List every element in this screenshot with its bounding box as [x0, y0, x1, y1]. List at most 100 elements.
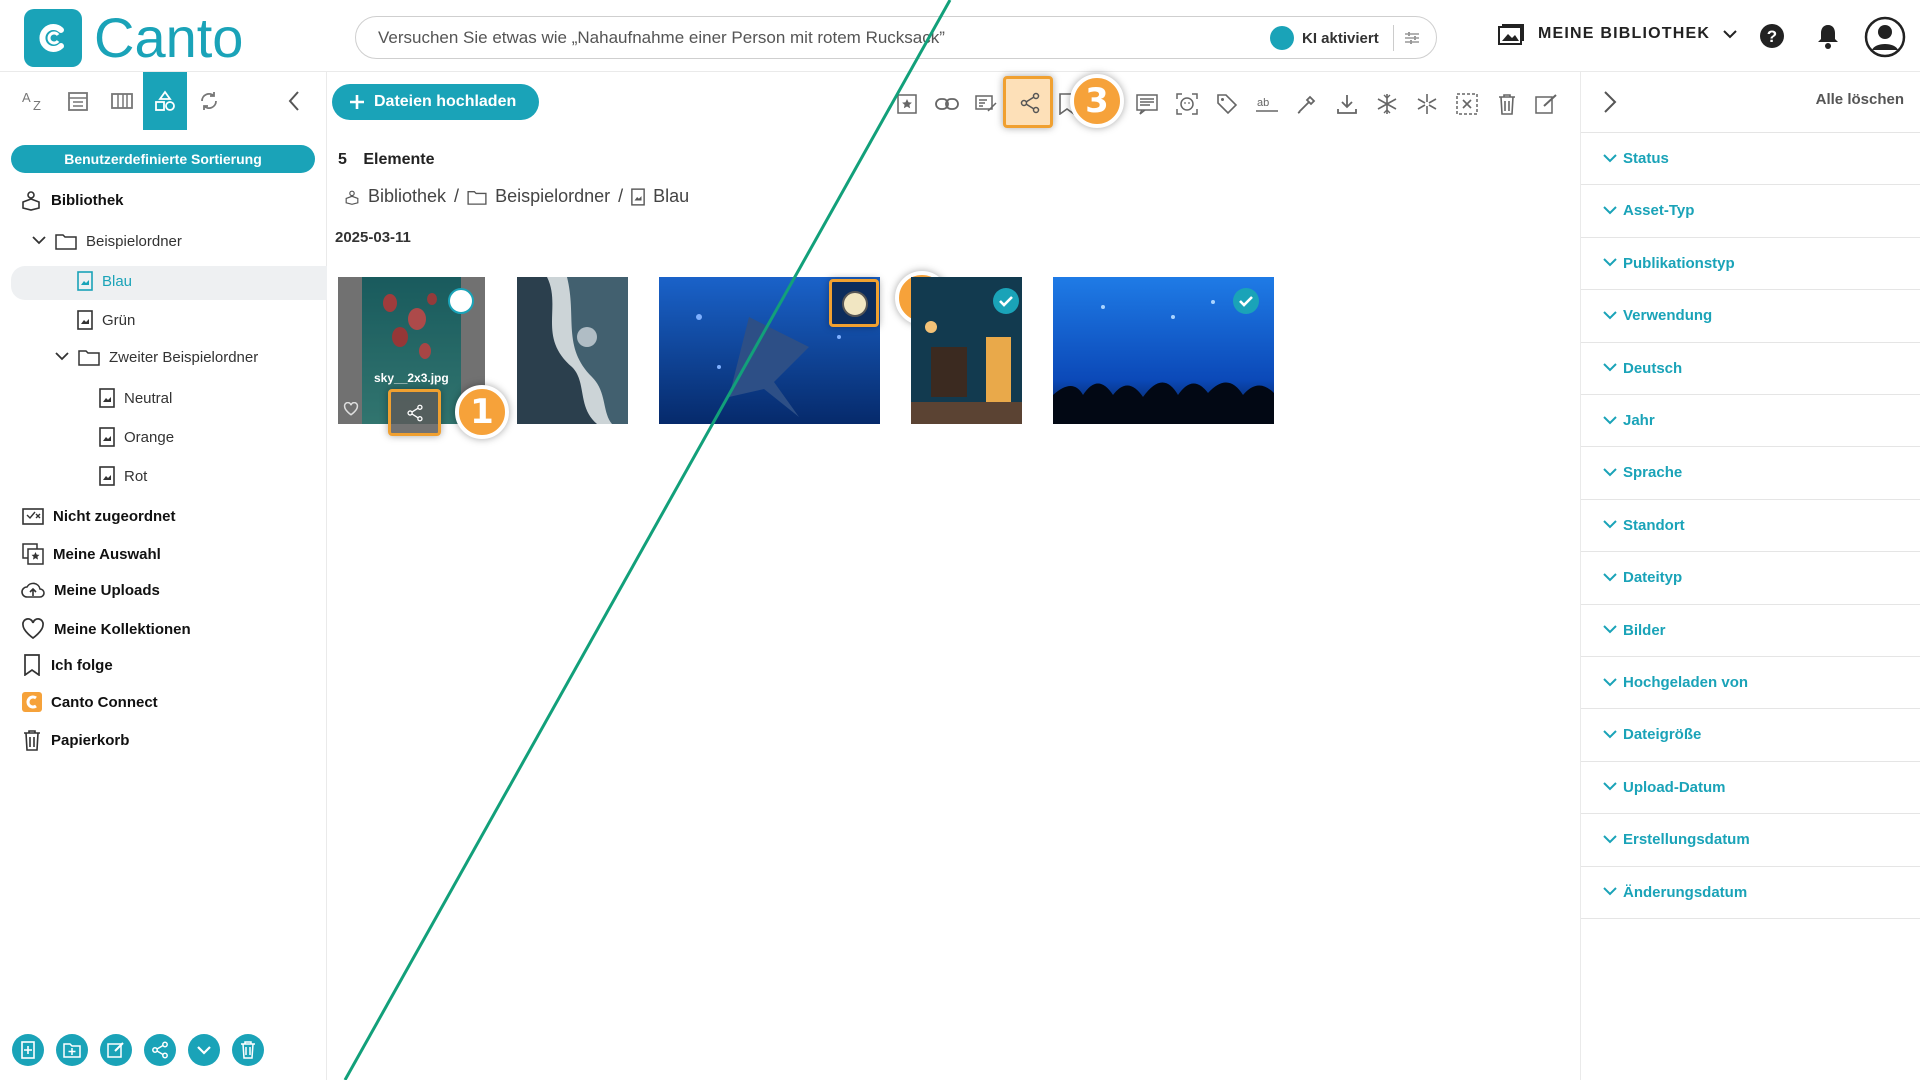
chevron-down-icon — [1603, 258, 1617, 267]
asset-thumbnail-interior[interactable] — [911, 277, 1022, 424]
filter-row[interactable]: Asset-Typ — [1581, 184, 1920, 236]
help-icon[interactable]: ? — [1758, 22, 1786, 50]
select-checkbox[interactable] — [842, 291, 868, 317]
edit-button[interactable] — [100, 1034, 132, 1066]
upload-label: Dateien hochladen — [374, 93, 517, 110]
filter-row[interactable]: Änderungsdatum — [1581, 865, 1920, 918]
download-icon[interactable] — [1334, 91, 1360, 117]
breadcrumb-current[interactable]: Blau — [653, 186, 689, 207]
filter-row[interactable]: Upload-Datum — [1581, 760, 1920, 813]
share-folder-button[interactable] — [144, 1034, 176, 1066]
filter-row[interactable]: Verwendung — [1581, 289, 1920, 341]
link-icon[interactable] — [934, 91, 960, 117]
delete-folder-button[interactable] — [232, 1034, 264, 1066]
share-icon — [1020, 92, 1040, 114]
text-recognition-icon[interactable]: ab — [1254, 91, 1280, 117]
nav-unassigned[interactable]: Nicht zugeordnet — [22, 506, 176, 526]
trash-icon[interactable] — [1494, 91, 1520, 117]
select-checkbox-highlighted[interactable] — [829, 279, 879, 327]
chevron-down-icon[interactable] — [55, 352, 69, 362]
nav-my-collections[interactable]: Meine Kollektionen — [21, 618, 191, 640]
user-avatar-icon[interactable] — [1864, 16, 1906, 58]
share-button-highlighted[interactable] — [388, 389, 441, 436]
filter-row[interactable]: Sprache — [1581, 446, 1920, 498]
chevron-down-icon[interactable] — [32, 236, 46, 246]
filter-row[interactable]: Deutsch — [1581, 341, 1920, 394]
asset-thumbnail-aquarium[interactable] — [1053, 277, 1274, 424]
comment-icon[interactable] — [1134, 91, 1160, 117]
nav-label: Ich folge — [51, 656, 113, 674]
tree-item-neutral[interactable]: Neutral — [99, 388, 172, 408]
album-image-icon — [77, 310, 93, 330]
ai-label: KI aktiviert — [1302, 29, 1379, 47]
sync-tab[interactable] — [187, 72, 231, 130]
sort-az-tab[interactable]: AZ — [12, 72, 56, 130]
tree-item-beispielordner[interactable]: Beispielordner — [32, 232, 182, 250]
asset-thumbnail-waves[interactable] — [517, 277, 628, 424]
chevron-down-icon — [1603, 415, 1617, 424]
nav-my-selection[interactable]: Meine Auswahl — [22, 543, 161, 565]
face-recognition-icon[interactable] — [1174, 91, 1200, 117]
tree-item-zweiter-beispielordner[interactable]: Zweiter Beispielordner — [55, 348, 258, 366]
tree-item-rot[interactable]: Rot — [99, 466, 147, 486]
count-number: 5 — [338, 151, 347, 168]
filter-row[interactable]: Dateityp — [1581, 551, 1920, 603]
chevron-right-icon[interactable] — [1603, 90, 1617, 114]
new-album-button[interactable] — [12, 1034, 44, 1066]
album-tab[interactable] — [100, 72, 144, 130]
tree-item-blau[interactable]: Blau — [77, 271, 132, 291]
nav-my-uploads[interactable]: Meine Uploads — [21, 580, 160, 600]
color-picker-icon[interactable] — [1294, 91, 1320, 117]
search-input[interactable] — [378, 25, 1248, 51]
favorite-star-icon[interactable] — [894, 91, 920, 117]
heart-icon[interactable] — [343, 402, 359, 416]
select-checkbox[interactable] — [448, 288, 474, 314]
filter-row[interactable]: Standort — [1581, 498, 1920, 551]
new-folder-button[interactable] — [56, 1034, 88, 1066]
canto-wordmark: Canto — [94, 6, 244, 69]
filter-row[interactable]: Erstellungsdatum — [1581, 813, 1920, 865]
deselect-icon[interactable] — [1454, 91, 1480, 117]
selected-checkmark[interactable] — [1233, 288, 1259, 314]
filter-row[interactable]: Jahr — [1581, 394, 1920, 446]
library-root-icon — [22, 191, 40, 211]
more-button[interactable] — [188, 1034, 220, 1066]
notifications-bell-icon[interactable] — [1814, 22, 1842, 50]
filter-label: Standort — [1623, 516, 1685, 534]
breadcrumb-folder[interactable]: Beispielordner — [495, 186, 610, 207]
album-image-icon — [77, 271, 93, 291]
filter-row[interactable]: Bilder — [1581, 603, 1920, 656]
tree-item-orange[interactable]: Orange — [99, 427, 174, 447]
freeze-icon[interactable] — [1374, 91, 1400, 117]
unfreeze-icon[interactable] — [1414, 91, 1440, 117]
metadata-edit-icon[interactable] — [974, 91, 1000, 117]
upload-files-button[interactable]: Dateien hochladen — [332, 84, 539, 120]
nav-trash[interactable]: Papierkorb — [22, 729, 129, 751]
clear-all-filters[interactable]: Alle löschen — [1816, 91, 1904, 108]
toolbar-share-button-highlighted[interactable] — [1003, 76, 1053, 128]
canto-logo[interactable]: Canto — [24, 9, 243, 67]
tag-icon[interactable] — [1214, 91, 1240, 117]
calendar-tab[interactable] — [56, 72, 100, 130]
filter-row[interactable]: Hochgeladen von — [1581, 656, 1920, 708]
collapse-sidebar-chevron-left-icon[interactable] — [272, 72, 316, 130]
tree-item-library[interactable]: Bibliothek — [20, 189, 124, 211]
breadcrumb-root[interactable]: Bibliothek — [368, 186, 446, 207]
library-tree-tab[interactable] — [143, 72, 187, 130]
library-selector[interactable]: MEINE BIBLIOTHEK — [1498, 22, 1738, 46]
search-filter-icon[interactable] — [1402, 28, 1422, 48]
nav-following[interactable]: Ich folge — [22, 654, 113, 676]
filter-row[interactable]: Publikationstyp — [1581, 236, 1920, 289]
filter-label: Verwendung — [1623, 307, 1713, 325]
selected-checkmark[interactable] — [993, 288, 1019, 314]
filter-row[interactable]: Dateigröße — [1581, 708, 1920, 760]
custom-sort-button[interactable]: Benutzerdefinierte Sortierung — [11, 145, 315, 173]
filter-row[interactable]: Status — [1581, 132, 1920, 184]
top-bar: Canto KI aktiviert MEINE BIBLIOTHEK ? — [0, 0, 1920, 72]
nav-canto-connect[interactable]: Canto Connect — [22, 692, 158, 712]
tree-item-gruen[interactable]: Grün — [77, 310, 135, 330]
edit-icon[interactable] — [1534, 91, 1560, 117]
ai-toggle[interactable]: KI aktiviert — [1270, 25, 1422, 51]
chevron-down-icon — [1603, 625, 1617, 634]
new-folder-icon — [63, 1043, 81, 1058]
